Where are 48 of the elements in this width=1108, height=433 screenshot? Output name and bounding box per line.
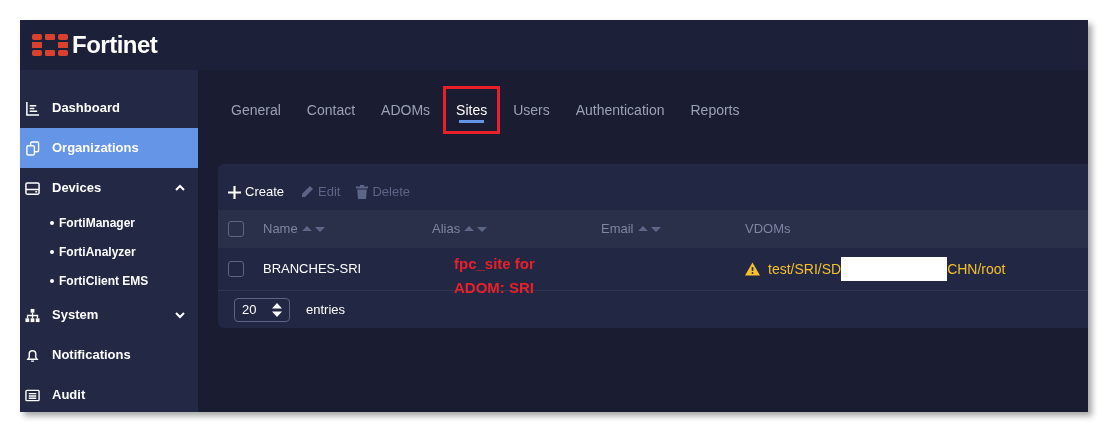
sidebar-item[interactable]: Audit xyxy=(20,375,198,412)
tab[interactable]: Reports xyxy=(677,86,753,134)
toolbar-button[interactable]: Create xyxy=(228,182,285,202)
pencil-icon xyxy=(300,185,315,199)
annotation-text: fpc_site for ADOM: SRI xyxy=(454,254,535,298)
tab[interactable]: Contact xyxy=(293,86,369,134)
bell-icon xyxy=(25,347,40,363)
bullet-icon xyxy=(50,278,54,283)
table-cell-text: test/SRI/SD xyxy=(768,259,842,279)
checkbox[interactable] xyxy=(228,221,244,237)
column-header[interactable]: VDOMs xyxy=(745,219,791,239)
spinner-icon xyxy=(272,302,282,317)
table-cell: BRANCHES-SRI xyxy=(263,261,362,277)
bullet-icon xyxy=(50,249,54,254)
tab-underline xyxy=(459,120,485,123)
bullet-icon xyxy=(50,220,54,225)
tab[interactable]: Sites xyxy=(443,86,501,134)
sidebar-item[interactable]: Devices xyxy=(20,168,198,208)
chevron-down-icon[interactable] xyxy=(174,309,186,321)
sidebar-subitem[interactable]: FortiManager xyxy=(20,208,198,237)
sidebar-subitem[interactable]: FortiClient EMS xyxy=(20,266,198,295)
sort-icon[interactable] xyxy=(637,225,662,233)
sidebar-item[interactable]: System xyxy=(20,295,198,335)
tab[interactable]: Authentication xyxy=(562,86,678,134)
page-size-select[interactable]: 20 xyxy=(234,297,290,322)
copy-icon xyxy=(25,140,40,156)
sidebar-item[interactable]: Dashboard xyxy=(20,88,198,128)
entries-label: entries xyxy=(306,300,346,319)
logo-icon xyxy=(32,34,68,56)
sort-icon[interactable] xyxy=(301,225,326,233)
tab[interactable]: Users xyxy=(500,86,563,134)
brand-name: Fortinet xyxy=(72,30,158,60)
plus-icon xyxy=(228,185,241,199)
sort-icon[interactable] xyxy=(464,225,489,233)
column-header[interactable]: Alias xyxy=(432,219,489,239)
tab[interactable]: ADOMs xyxy=(368,86,444,134)
sidebar-item[interactable]: Notifications xyxy=(20,335,198,375)
column-header[interactable]: Name xyxy=(263,219,326,239)
sitemap-icon xyxy=(25,307,40,323)
sidebar-subitem[interactable]: FortiAnalyzer xyxy=(20,237,198,266)
column-header[interactable]: Email xyxy=(601,219,662,239)
trash-icon xyxy=(356,185,369,199)
chart-icon xyxy=(25,100,40,116)
tab[interactable]: General xyxy=(218,86,294,134)
checkbox[interactable] xyxy=(228,261,244,277)
list-icon xyxy=(25,387,40,403)
table-cell-text: CHN/root xyxy=(947,259,1006,279)
drive-icon xyxy=(25,180,40,196)
